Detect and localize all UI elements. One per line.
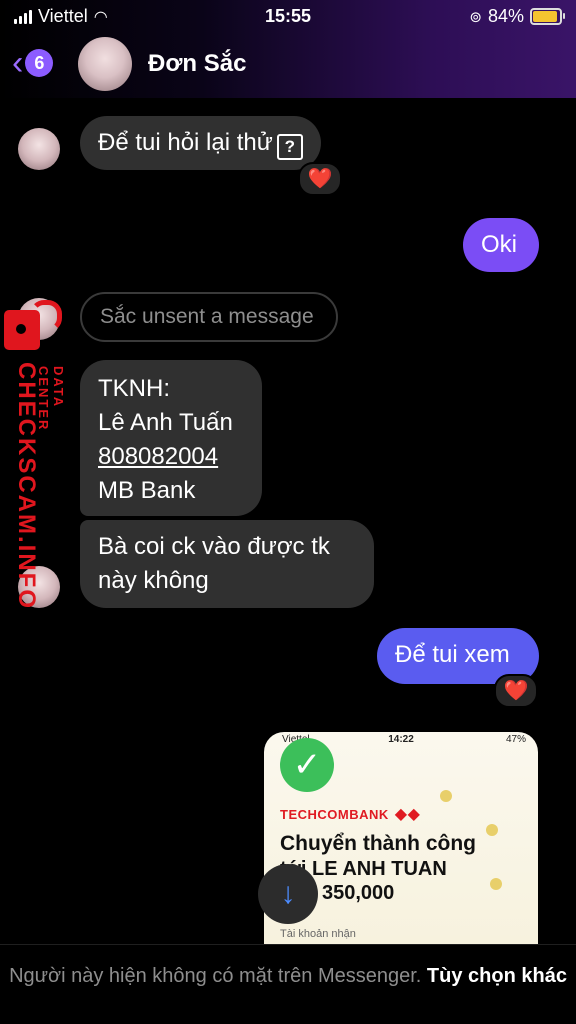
message-line: này không — [98, 567, 209, 594]
message-line: Lê Anh Tuấn — [98, 409, 233, 436]
chat-header: ‹ 6 Đơn Sắc — [0, 32, 576, 98]
arrow-down-icon: ↓ — [280, 877, 296, 910]
question-box-icon: ? — [276, 134, 303, 160]
lock-icon — [4, 300, 62, 350]
account-label: Tài khoản nhận — [280, 928, 356, 940]
contact-avatar-small[interactable] — [18, 128, 60, 170]
heart-reaction[interactable]: ❤️ — [298, 162, 342, 196]
message-bubble[interactable]: Để tui hỏi lại thử? — [80, 116, 321, 170]
contact-name[interactable]: Đơn Sắc — [148, 50, 246, 78]
back-button[interactable]: ‹ 6 — [12, 44, 54, 82]
battery-icon — [530, 8, 565, 25]
chevron-left-icon: ‹ — [12, 44, 24, 82]
message-text: Oki — [481, 231, 517, 258]
messenger-footer: Người này hiện không có mặt trên Messeng… — [0, 944, 576, 1024]
message-text: Để tui hỏi lại thử — [98, 129, 273, 156]
battery-percent: 84% — [487, 6, 524, 26]
unsent-notice: Sắc unsent a message — [80, 292, 338, 342]
watermark-sub: DATA CENTER — [36, 366, 66, 432]
transfer-headline: Chuyển thành công — [280, 832, 476, 855]
unavailable-note: Người này hiện không có mặt trên Messeng… — [9, 965, 422, 987]
contact-avatar[interactable] — [78, 37, 132, 91]
message-line: Bà coi ck vào được tk — [98, 533, 330, 560]
bank-logo-icon: ◆◆ — [394, 806, 421, 823]
transfer-amount: 350,000 — [322, 882, 395, 904]
my-message-bubble[interactable]: Oki — [463, 218, 539, 272]
orientation-lock-icon: ⊚ — [469, 8, 482, 26]
scroll-down-button[interactable]: ↓ — [258, 864, 318, 924]
bank-name: TECHCOMBANK — [280, 807, 389, 822]
message-line: TKNH: — [98, 375, 170, 402]
heart-reaction[interactable]: ❤️ — [494, 674, 538, 708]
coin-decoration — [490, 878, 502, 890]
message-bubble-bank-info[interactable]: TKNH: Lê Anh Tuấn 808082004 MB Bank — [80, 360, 262, 516]
message-line: MB Bank — [98, 477, 196, 504]
status-bar: Viettel ◠ 15:55 ⊚ 84% — [0, 0, 576, 32]
message-bubble[interactable]: Bà coi ck vào được tk này không — [80, 520, 374, 608]
other-options-link[interactable]: Tùy chọn khác — [427, 965, 567, 987]
unread-count-badge: 6 — [25, 49, 54, 77]
checkmark-icon: ✓ — [280, 738, 334, 792]
account-number-link[interactable]: 808082004 — [98, 440, 244, 474]
coin-decoration — [440, 790, 452, 802]
message-text: Để tui xem — [395, 641, 510, 668]
coin-decoration — [486, 824, 498, 836]
